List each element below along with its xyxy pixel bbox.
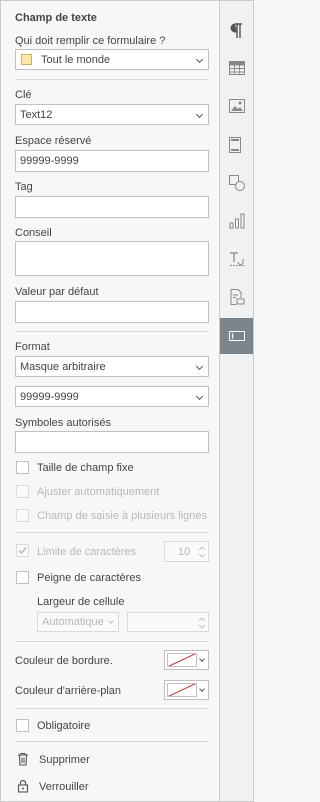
cell-width-stepper[interactable]: [127, 612, 209, 632]
paragraph-icon: [230, 23, 242, 38]
tag-input[interactable]: [15, 196, 209, 218]
cell-width-mode-value: Automatique: [42, 616, 104, 628]
comb-checkbox[interactable]: [16, 571, 29, 584]
header-footer-settings-button[interactable]: [220, 128, 253, 164]
chevron-down-icon: [195, 392, 204, 401]
form-field-settings-panel: Champ de texte Qui doit remplir ce formu…: [0, 0, 219, 802]
form-field-icon: [229, 331, 245, 341]
char-limit-stepper[interactable]: 10: [164, 541, 209, 562]
divider: [15, 708, 209, 709]
shape-icon: [229, 175, 245, 191]
no-color-icon: [168, 654, 196, 666]
required-label: Obligatoire: [37, 720, 91, 732]
who-fills-value: Tout le monde: [41, 54, 111, 66]
signature-settings-button[interactable]: [220, 280, 253, 316]
stepper-arrows-icon: [198, 546, 206, 558]
shape-settings-button[interactable]: [220, 166, 253, 202]
key-value: Text12: [20, 109, 53, 121]
stepper-arrows-icon: [198, 617, 206, 629]
text-art-settings-button[interactable]: [220, 242, 253, 278]
char-limit-value: 10: [178, 546, 191, 558]
chevron-down-icon: [199, 656, 205, 662]
signature-icon: [230, 289, 245, 305]
chevron-down-icon: [108, 618, 114, 624]
chart-settings-button[interactable]: [220, 204, 253, 240]
cell-width-mode-select[interactable]: Automatique: [37, 612, 119, 632]
who-fills-label: Qui doit remplir ce formulaire ?: [15, 35, 166, 47]
lock-button[interactable]: Verrouiller: [15, 777, 135, 797]
background-color-picker[interactable]: [164, 680, 209, 700]
no-color-swatch: [167, 653, 197, 667]
format-value: Masque arbitraire: [20, 361, 106, 373]
who-fills-select[interactable]: Tout le monde: [15, 49, 209, 70]
mask-select[interactable]: 99999-9999: [15, 386, 209, 407]
char-limit-label: Limite de caractères: [37, 546, 137, 558]
multiline-checkbox[interactable]: [16, 509, 29, 522]
table-settings-button[interactable]: [220, 52, 253, 88]
format-label: Format: [15, 341, 50, 353]
border-color-picker[interactable]: [164, 650, 209, 670]
divider: [15, 641, 209, 642]
divider: [15, 532, 209, 533]
right-toolbar: [219, 0, 254, 802]
key-label: Clé: [15, 89, 32, 101]
chevron-down-icon: [199, 686, 205, 692]
fixed-size-checkbox[interactable]: [16, 461, 29, 474]
paragraph-settings-button[interactable]: [220, 14, 253, 50]
allowed-symbols-label: Symboles autorisés: [15, 417, 111, 429]
autofit-label: Ajuster automatiquement: [37, 486, 160, 498]
no-color-swatch: [167, 683, 197, 697]
tag-label: Tag: [15, 181, 33, 193]
tip-label: Conseil: [15, 227, 52, 239]
multiline-label: Champ de saisie à plusieurs lignes: [37, 510, 207, 522]
panel-title: Champ de texte: [15, 12, 97, 24]
allowed-symbols-input[interactable]: [15, 431, 209, 453]
key-select[interactable]: Text12: [15, 104, 209, 125]
chevron-down-icon: [195, 110, 204, 119]
default-value-input[interactable]: [15, 301, 209, 323]
chart-icon: [229, 213, 245, 229]
comb-label: Peigne de caractères: [37, 572, 141, 584]
form-field-settings-button[interactable]: [220, 318, 253, 354]
char-limit-checkbox[interactable]: [16, 544, 29, 557]
lock-icon: [17, 779, 29, 793]
format-select[interactable]: Masque arbitraire: [15, 356, 209, 377]
required-checkbox[interactable]: [16, 719, 29, 732]
divider: [15, 741, 209, 742]
default-value-label: Valeur par défaut: [15, 286, 99, 298]
delete-button[interactable]: Supprimer: [15, 750, 135, 770]
lock-label: Verrouiller: [39, 781, 89, 793]
divider: [15, 331, 209, 332]
chevron-down-icon: [195, 55, 204, 64]
placeholder-input[interactable]: 99999-9999: [15, 150, 209, 172]
cell-width-label: Largeur de cellule: [37, 596, 125, 608]
placeholder-label: Espace réservé: [15, 135, 92, 147]
divider: [15, 79, 209, 80]
no-color-icon: [168, 684, 196, 696]
fixed-size-label: Taille de champ fixe: [37, 462, 134, 474]
table-icon: [229, 61, 245, 75]
header-footer-icon: [229, 137, 241, 153]
image-icon: [229, 99, 245, 113]
chevron-down-icon: [195, 362, 204, 371]
checkmark-icon: [18, 546, 27, 555]
autofit-checkbox[interactable]: [16, 485, 29, 498]
trash-icon: [18, 752, 28, 766]
role-color-swatch: [21, 54, 32, 65]
background-color-label: Couleur d'arrière-plan: [15, 685, 122, 697]
mask-value: 99999-9999: [20, 391, 79, 403]
delete-label: Supprimer: [39, 754, 90, 766]
text-art-icon: [230, 252, 244, 266]
image-settings-button[interactable]: [220, 90, 253, 126]
tip-textarea[interactable]: [15, 241, 209, 276]
border-color-label: Couleur de bordure.: [15, 655, 113, 667]
